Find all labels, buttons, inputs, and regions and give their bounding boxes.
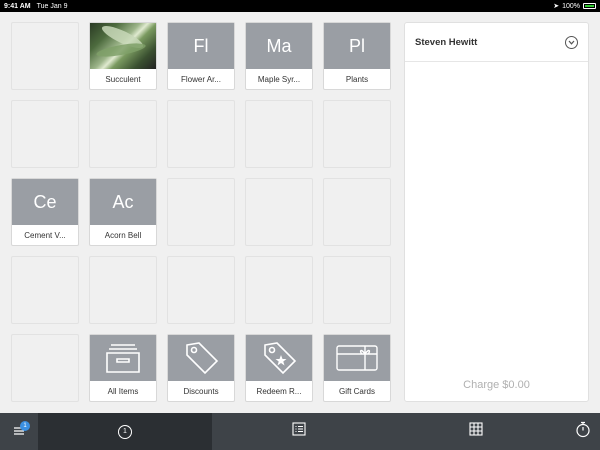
item-label: Plants xyxy=(345,74,369,84)
empty-tile[interactable] xyxy=(11,100,79,168)
action-label: Redeem R... xyxy=(256,386,302,396)
item-grid: Succulent Fl Flower Ar... Ma Maple Syr..… xyxy=(0,12,396,413)
bottom-nav: 1 1 xyxy=(0,413,600,450)
item-abbr: Ac xyxy=(90,179,156,225)
charge-button[interactable]: Charge $0.00 xyxy=(405,379,588,391)
archive-box-icon xyxy=(90,335,156,381)
tab-current-sale[interactable]: 1 xyxy=(38,413,212,450)
star-tag-icon xyxy=(246,335,312,381)
cart-count-icon: 1 xyxy=(118,424,132,439)
battery-icon xyxy=(583,3,596,9)
item-tile-plants[interactable]: Pl Plants xyxy=(323,22,391,90)
battery-percent: 100% xyxy=(562,2,580,10)
timer-icon xyxy=(575,421,591,443)
tab-grid[interactable] xyxy=(386,413,566,450)
status-bar: 9:41 AM Tue Jan 9 ➤ 100% xyxy=(0,0,600,12)
gift-cards-button[interactable]: Gift Cards xyxy=(323,334,391,402)
empty-tile[interactable] xyxy=(323,256,391,324)
empty-tile[interactable] xyxy=(245,178,313,246)
chevron-down-icon[interactable] xyxy=(565,35,578,49)
empty-tile[interactable] xyxy=(167,256,235,324)
notification-badge: 1 xyxy=(20,421,30,431)
action-label: All Items xyxy=(107,386,139,396)
empty-tile[interactable] xyxy=(11,334,79,402)
item-label: Flower Ar... xyxy=(180,74,221,84)
empty-tile[interactable] xyxy=(89,256,157,324)
gift-card-icon xyxy=(324,335,390,381)
empty-tile[interactable] xyxy=(167,100,235,168)
menu-button[interactable]: 1 xyxy=(0,413,38,450)
item-tile-acorn-bell[interactable]: Ac Acorn Bell xyxy=(89,178,157,246)
customer-header[interactable]: Steven Hewitt xyxy=(405,23,588,62)
empty-tile[interactable] xyxy=(89,100,157,168)
item-tile-cement-vase[interactable]: Ce Cement V... xyxy=(11,178,79,246)
item-abbr: Fl xyxy=(168,23,234,69)
empty-tile[interactable] xyxy=(11,22,79,90)
timer-button[interactable] xyxy=(566,413,600,450)
item-abbr: Ce xyxy=(12,179,78,225)
action-label: Gift Cards xyxy=(338,386,375,396)
item-label: Acorn Bell xyxy=(104,230,142,240)
action-label: Discounts xyxy=(183,386,219,396)
item-tile-maple-syrup[interactable]: Ma Maple Syr... xyxy=(245,22,313,90)
item-label: Cement V... xyxy=(24,230,66,240)
empty-tile[interactable] xyxy=(11,256,79,324)
item-tile-flower-arrangement[interactable]: Fl Flower Ar... xyxy=(167,22,235,90)
customer-name: Steven Hewitt xyxy=(415,36,478,48)
redeem-rewards-button[interactable]: Redeem R... xyxy=(245,334,313,402)
tag-icon xyxy=(168,335,234,381)
location-icon: ➤ xyxy=(553,3,560,10)
succulent-image xyxy=(90,23,156,69)
all-items-button[interactable]: All Items xyxy=(89,334,157,402)
empty-tile[interactable] xyxy=(245,256,313,324)
item-label: Succulent xyxy=(105,74,141,84)
empty-tile[interactable] xyxy=(323,100,391,168)
list-icon xyxy=(292,422,306,441)
discounts-button[interactable]: Discounts xyxy=(167,334,235,402)
empty-tile[interactable] xyxy=(167,178,235,246)
empty-tile[interactable] xyxy=(245,100,313,168)
item-tile-succulent[interactable]: Succulent xyxy=(89,22,157,90)
status-time: 9:41 AM xyxy=(4,2,31,10)
status-date: Tue Jan 9 xyxy=(36,2,68,10)
grid-icon xyxy=(469,422,483,441)
tab-library[interactable] xyxy=(212,413,386,450)
item-label: Maple Syr... xyxy=(257,74,301,84)
empty-tile[interactable] xyxy=(323,178,391,246)
cart-panel: Steven Hewitt Charge $0.00 xyxy=(404,22,589,402)
item-abbr: Pl xyxy=(324,23,390,69)
status-right: ➤ 100% xyxy=(553,2,596,10)
item-abbr: Ma xyxy=(246,23,312,69)
